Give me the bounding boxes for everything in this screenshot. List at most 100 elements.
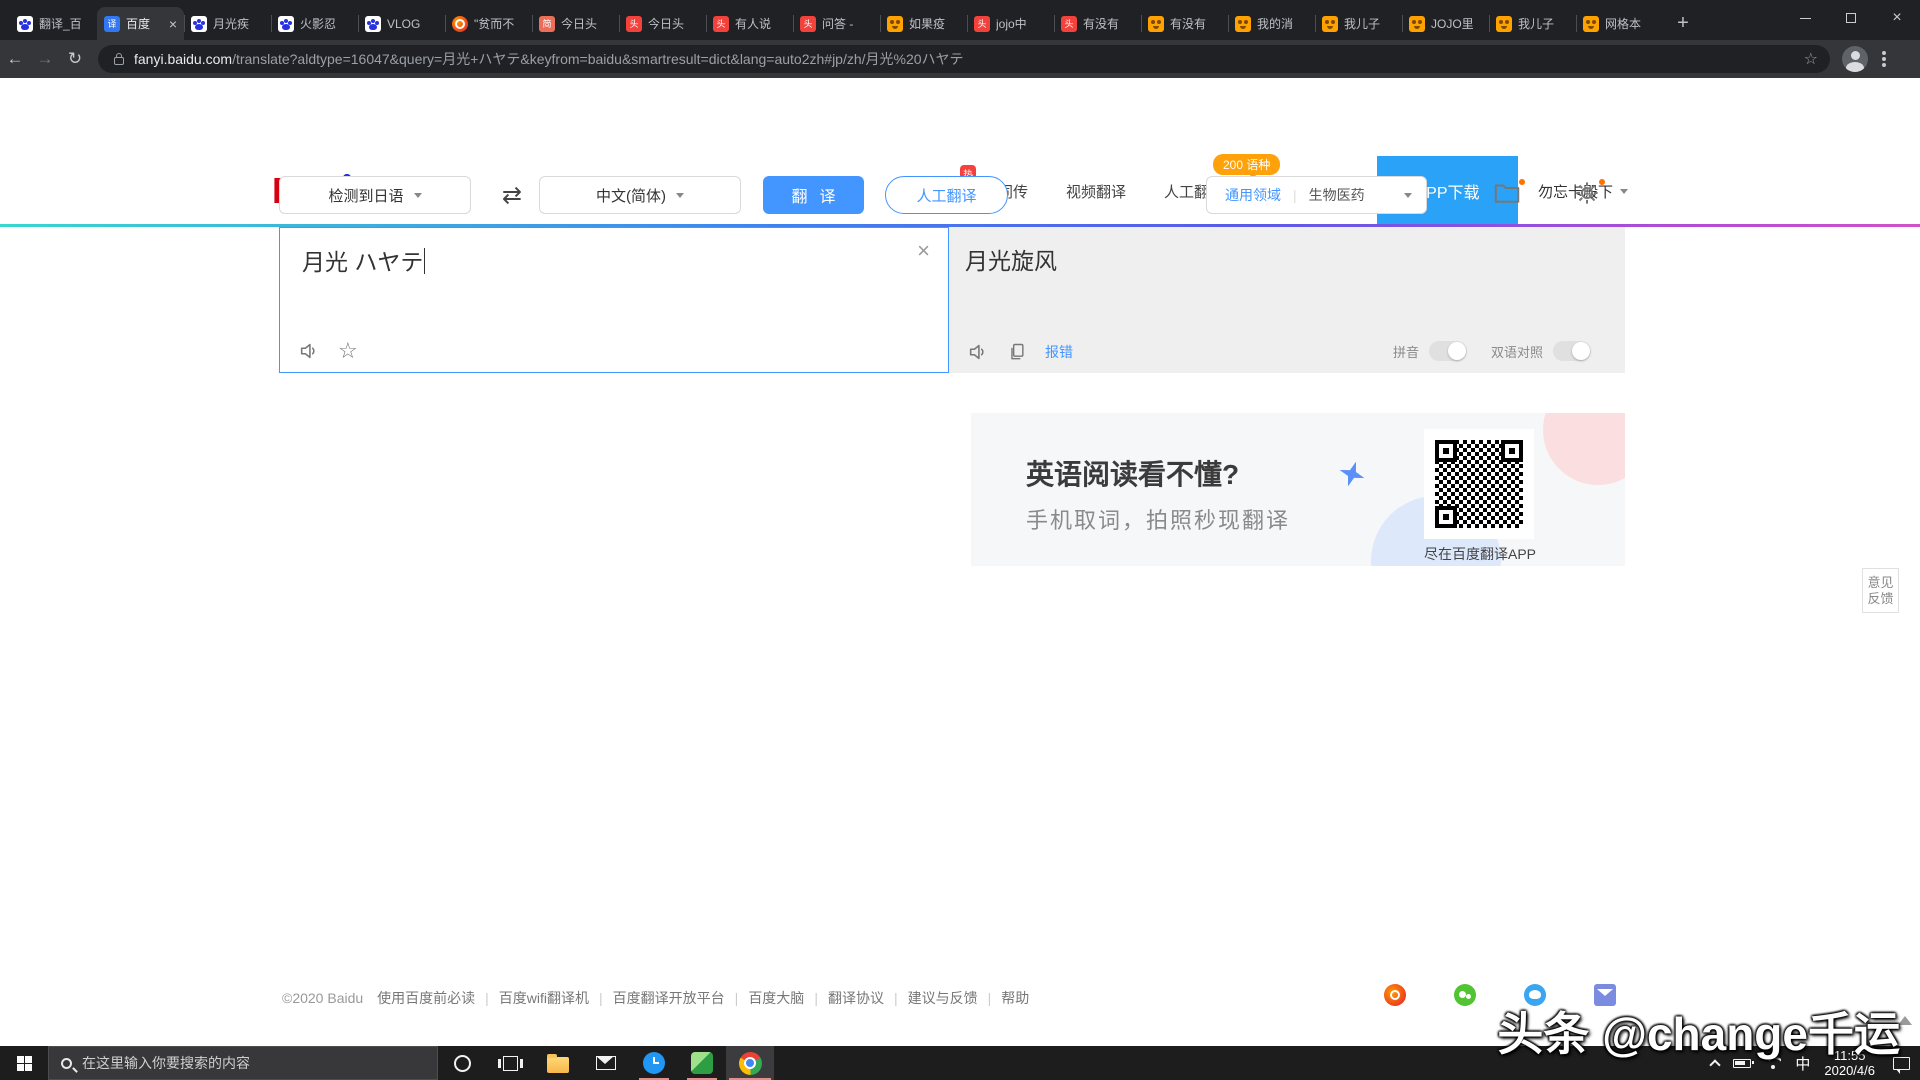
source-text-value: 月光 ハヤテ	[302, 249, 423, 275]
clear-input-button[interactable]: ×	[917, 238, 930, 264]
toggle-knob	[1572, 342, 1590, 360]
settings-button[interactable]	[1572, 178, 1606, 212]
close-icon: ×	[1892, 10, 1901, 26]
qr-code	[1424, 429, 1534, 539]
watermark: 头条 @change千运	[1497, 998, 1900, 1064]
browser-tab[interactable]: 如果疫	[880, 7, 967, 40]
speaker-icon[interactable]	[298, 340, 320, 362]
domain-general-label[interactable]: 通用领域	[1225, 185, 1281, 205]
footer-link[interactable]: 使用百度前必读	[377, 990, 475, 1006]
feedback-tab[interactable]: 意见 反馈	[1862, 568, 1899, 613]
app-promo-banner[interactable]: 英语阅读看不懂? 手机取词，拍照秒现翻译 尽在百度翻译APP	[971, 413, 1625, 566]
screen: 翻译_百百度×月光疾火影忍VLOG"贫而不今日头今日头有人说问答 -如果疫joj…	[0, 0, 1920, 1080]
reload-button[interactable]: ↻	[60, 49, 90, 69]
taskbar-apps	[438, 1046, 774, 1080]
swap-languages-button[interactable]: ⇄	[492, 176, 532, 214]
profile-avatar[interactable]	[1842, 46, 1868, 72]
green-app-taskbar-button[interactable]	[678, 1046, 726, 1080]
taskbar-search-input[interactable]: 在这里输入你要搜索的内容	[48, 1046, 438, 1080]
tab-title: 网格本	[1605, 15, 1656, 32]
maximize-button[interactable]	[1828, 0, 1874, 36]
bookmark-star-icon[interactable]: ☆	[1804, 49, 1818, 69]
browser-menu-icon[interactable]	[1882, 57, 1886, 61]
pinyin-toggle[interactable]	[1429, 341, 1467, 361]
browser-tab[interactable]: 问答 -	[793, 7, 880, 40]
bilingual-toggle[interactable]	[1553, 341, 1591, 361]
paper-plane-icon	[1336, 458, 1369, 491]
source-language-select[interactable]: 检测到日语	[279, 176, 471, 214]
human-translate-button[interactable]: 人工翻译	[885, 176, 1008, 214]
browser-tab[interactable]: VLOG	[358, 7, 445, 40]
chrome-taskbar-button[interactable]	[726, 1046, 774, 1080]
search-icon	[61, 1058, 72, 1069]
footer-separator: |	[735, 990, 739, 1006]
text-cursor	[424, 248, 425, 274]
tab-title: 今日头	[561, 15, 612, 32]
new-tab-button[interactable]: +	[1669, 9, 1697, 37]
browser-tab[interactable]: 我的消	[1228, 7, 1315, 40]
feedback-label: 反馈	[1867, 591, 1893, 607]
start-button[interactable]	[0, 1046, 48, 1080]
footer-link[interactable]: 帮助	[1001, 990, 1029, 1006]
browser-tab[interactable]: jojo中	[967, 7, 1054, 40]
forward-button[interactable]: →	[30, 49, 60, 69]
source-text-panel[interactable]: 月光 ハヤテ × ☆	[279, 227, 949, 373]
phrasebook-folder-button[interactable]	[1492, 178, 1526, 212]
mail-taskbar-button[interactable]	[582, 1046, 630, 1080]
task-view-taskbar-button[interactable]	[486, 1046, 534, 1080]
toggle-knob	[1448, 342, 1466, 360]
weibo-icon[interactable]	[1384, 984, 1406, 1006]
back-button[interactable]: ←	[0, 49, 30, 69]
domain-bio-label[interactable]: 生物医药	[1309, 185, 1404, 205]
cortana-taskbar-button[interactable]	[438, 1046, 486, 1080]
tab-title: 火影忍	[300, 15, 351, 32]
browser-tab[interactable]: 翻译_百	[10, 7, 97, 40]
footer-link[interactable]: 建议与反馈	[908, 990, 978, 1006]
domain-select[interactable]: 通用领域 | 生物医药 助力抗疫	[1206, 176, 1427, 214]
copy-icon[interactable]	[1007, 342, 1027, 362]
browser-tab[interactable]: 有没有	[1054, 7, 1141, 40]
footer-link[interactable]: 百度大脑	[748, 990, 804, 1006]
report-error-link[interactable]: 报错	[1045, 342, 1073, 362]
chrome-icon	[739, 1052, 762, 1075]
close-button[interactable]: ×	[1874, 0, 1920, 36]
footer-link[interactable]: 翻译协议	[828, 990, 884, 1006]
browser-tab[interactable]: 有人说	[706, 7, 793, 40]
browser-tab[interactable]: 我儿子	[1489, 7, 1576, 40]
favorite-star-icon[interactable]: ☆	[338, 341, 358, 361]
folder-icon	[1492, 178, 1522, 208]
browser-tab[interactable]: JOJO里	[1402, 7, 1489, 40]
translate-button[interactable]: 翻译	[763, 176, 864, 214]
url-path: /translate?aldtype=16047&query=月光+ハヤテ&ke…	[232, 51, 964, 67]
target-language-select[interactable]: 中文(简体) 200 语种	[539, 176, 741, 214]
footer-link[interactable]: 百度wifi翻译机	[499, 990, 589, 1006]
browser-tab[interactable]: 月光疾	[184, 7, 271, 40]
browser-tab[interactable]: 火影忍	[271, 7, 358, 40]
tab-title: "贫而不	[474, 15, 525, 32]
qr-finder	[1435, 440, 1457, 462]
browser-tab[interactable]: 我儿子	[1315, 7, 1402, 40]
promo-subtitle: 手机取词，拍照秒现翻译	[1026, 503, 1290, 535]
speaker-icon[interactable]	[967, 341, 989, 363]
toutiao-favicon-icon	[974, 16, 990, 32]
clock-app-taskbar-button[interactable]	[630, 1046, 678, 1080]
minimize-button[interactable]	[1782, 0, 1828, 36]
browser-tab[interactable]: "贫而不	[445, 7, 532, 40]
tab-title: jojo中	[996, 15, 1047, 32]
browser-tab[interactable]: 网格本	[1576, 7, 1663, 40]
browser-tab[interactable]: 今日头	[532, 7, 619, 40]
file-explorer-taskbar-button[interactable]	[534, 1046, 582, 1080]
browser-tab-active[interactable]: 百度×	[97, 7, 184, 40]
browser-tab[interactable]: 今日头	[619, 7, 706, 40]
footer-link[interactable]: 百度翻译开放平台	[613, 990, 725, 1006]
weibo-favicon-icon	[452, 16, 468, 32]
source-language-label: 检测到日语	[328, 185, 403, 206]
scroll-up-arrow[interactable]	[1898, 1016, 1912, 1025]
owl-favicon-icon	[1235, 16, 1251, 32]
tab-close-icon[interactable]: ×	[169, 18, 177, 30]
wechat-icon[interactable]	[1454, 984, 1476, 1006]
source-text[interactable]: 月光 ハヤテ	[302, 243, 425, 277]
browser-tab[interactable]: 有没有	[1141, 7, 1228, 40]
target-language-label: 中文(简体)	[596, 185, 666, 206]
address-bar[interactable]: fanyi.baidu.com/translate?aldtype=16047&…	[98, 45, 1830, 73]
